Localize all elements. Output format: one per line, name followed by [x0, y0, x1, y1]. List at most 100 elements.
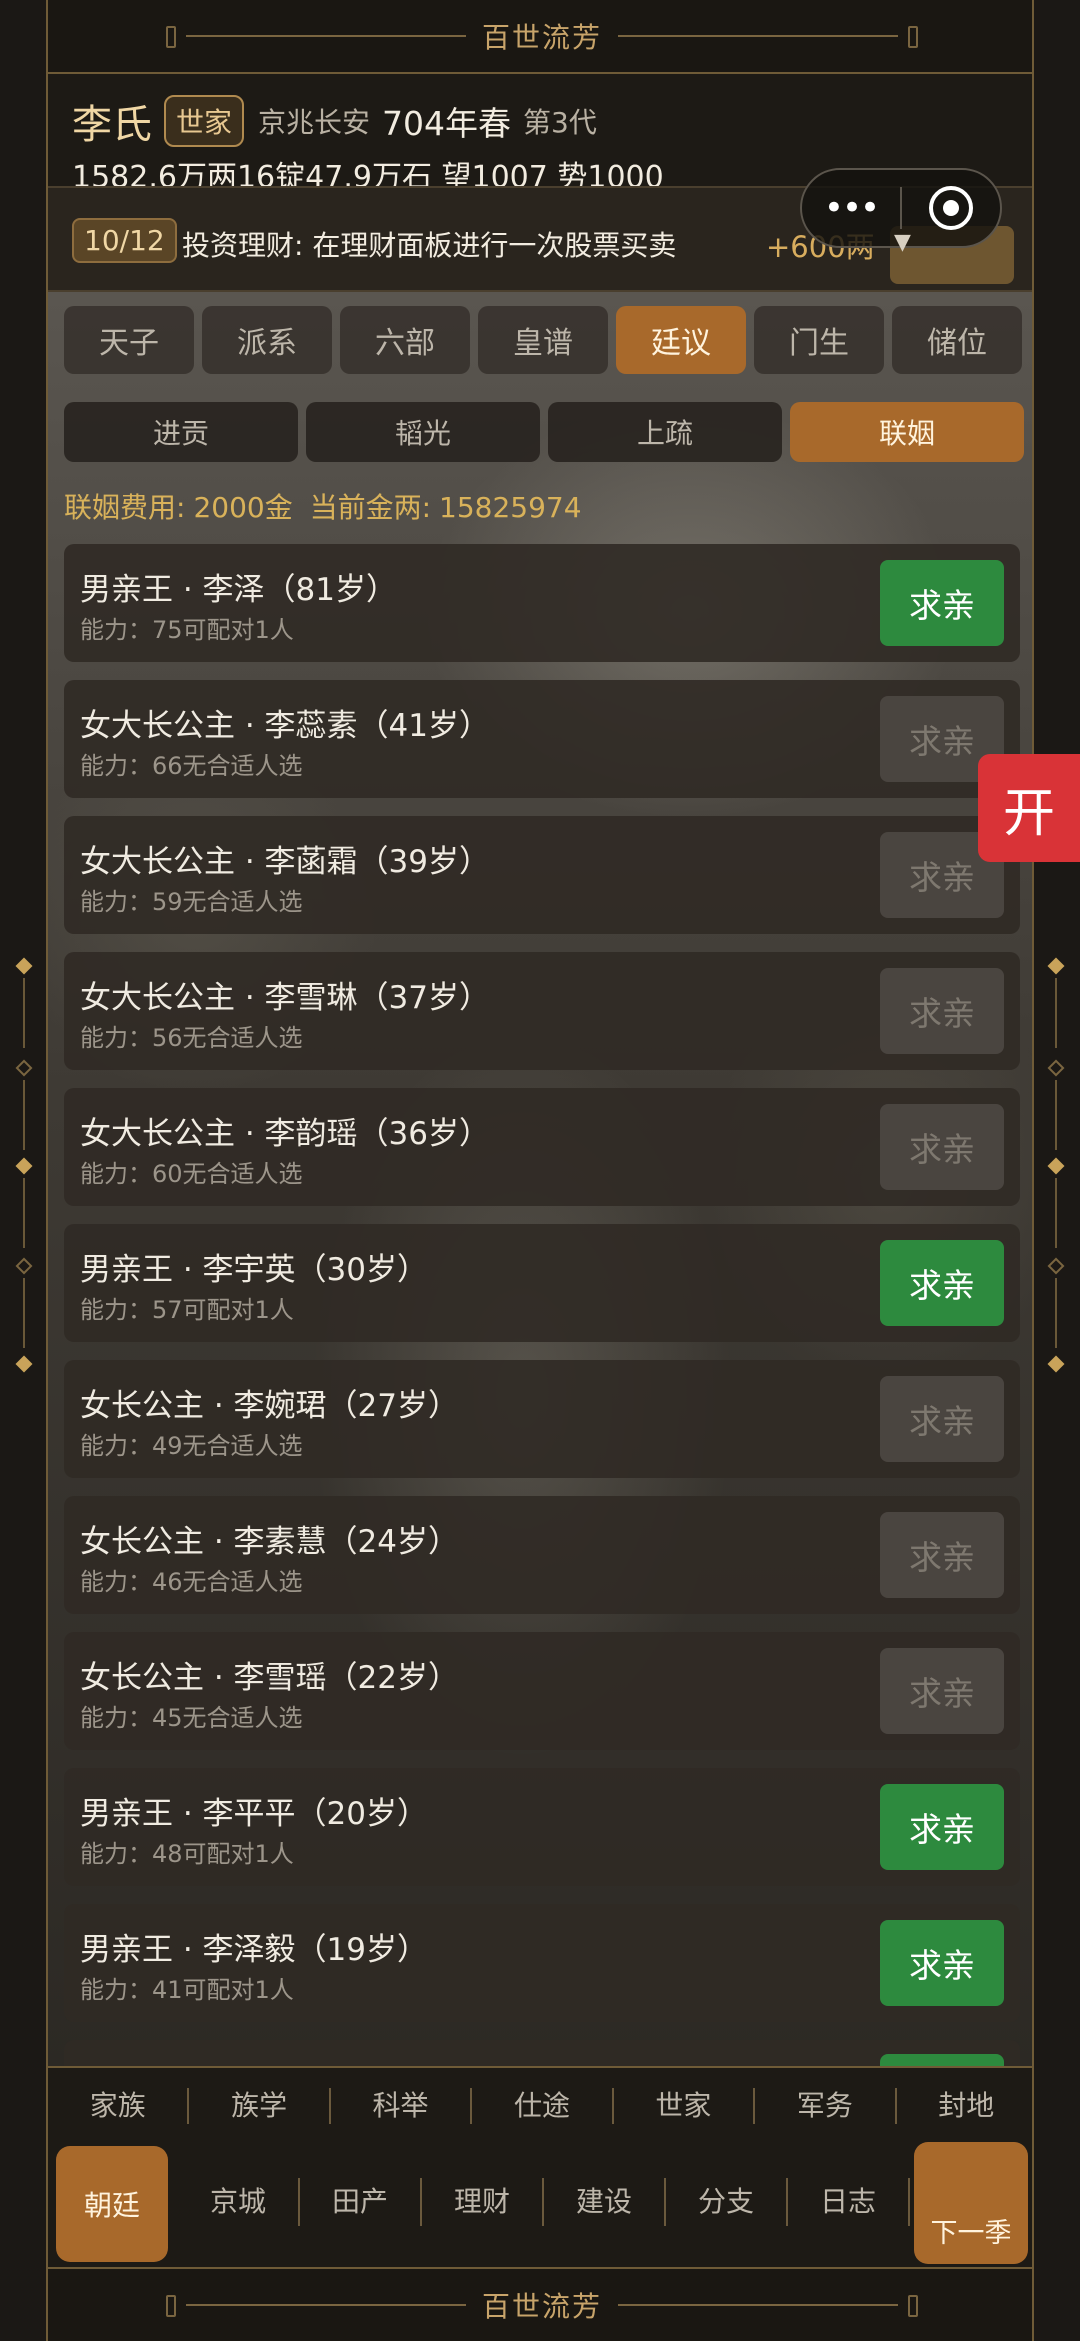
nav-item[interactable]: 分支: [666, 2178, 788, 2226]
candidate-card: 女长公主 · 李素慧（24岁） 能力：46无合适人选 求亲: [64, 1496, 1020, 1614]
candidate-card: 男亲王 · 李平平（20岁） 能力：48可配对1人 求亲: [64, 1768, 1020, 1886]
task-text: 投资理财: 在理财面板进行一次股票买卖: [182, 229, 677, 262]
candidate-card: 女大长公主 · 李蕊素（41岁） 能力：66无合适人选 求亲: [64, 680, 1020, 798]
bottom-banner: 百世流芳: [48, 2267, 1032, 2341]
tab-primary[interactable]: 廷议: [616, 306, 746, 374]
fee-value: 2000金: [193, 491, 293, 524]
marriage-fee-line: 联姻费用: 2000金 当前金两: 15825974: [64, 486, 590, 526]
gold-label: 当前金两:: [309, 491, 432, 524]
floating-open-button[interactable]: 开: [978, 754, 1080, 862]
candidate-ability: 能力：59无合适人选: [80, 888, 303, 916]
clan-name: 李氏: [72, 102, 152, 148]
nav-item[interactable]: 日志: [788, 2178, 910, 2226]
nav-item[interactable]: 仕途: [472, 2088, 614, 2124]
candidate-name: 女长公主 · 李雪瑶（22岁）: [80, 1660, 460, 1696]
propose-button[interactable]: 求亲: [880, 1920, 1004, 2006]
nav-item[interactable]: 科举: [331, 2088, 473, 2124]
bottom-navigation: 家族 族学 科举 仕途 世家 军务 封地 朝廷 下一季 京城 田产 理财 建设 分支 日志: [48, 2066, 1032, 2267]
nav-item[interactable]: 田产: [300, 2178, 422, 2226]
clan-rank-badge: 世家: [164, 95, 245, 147]
primary-tabs: 天子 派系 六部 皇谱 廷议 门生 储位: [64, 306, 1022, 374]
candidate-card: 女大长公主 · 李菡霜（39岁） 能力：59无合适人选 求亲: [64, 816, 1020, 934]
nav-item[interactable]: 家族: [48, 2088, 190, 2124]
nav-item[interactable]: 族学: [189, 2088, 331, 2124]
candidate-name: 男亲王 · 李宇英（30岁）: [80, 1252, 429, 1288]
triangle-down-icon: ▼: [894, 230, 911, 255]
nav-row-2: 朝廷 下一季 京城 田产 理财 建设 分支 日志: [48, 2142, 1032, 2264]
candidate-list: 男亲王 · 李泽（81岁） 能力：75可配对1人 求亲 女大长公主 · 李蕊素（41岁…: [64, 544, 1020, 2094]
candidate-ability: 能力：48可配对1人: [80, 1840, 294, 1868]
candidate-ability: 能力：45无合适人选: [80, 1704, 303, 1732]
propose-button[interactable]: 求亲: [880, 560, 1004, 646]
candidate-ability: 能力：56无合适人选: [80, 1024, 303, 1052]
candidate-card: 男亲王 · 李泽（81岁） 能力：75可配对1人 求亲: [64, 544, 1020, 662]
nav-item[interactable]: 建设: [544, 2178, 666, 2226]
candidate-name: 女大长公主 · 李雪琳（37岁）: [80, 980, 491, 1016]
task-progress: 10/12: [72, 218, 177, 263]
side-ornament-right: [1046, 957, 1066, 1380]
app-frame: 百世流芳 李氏 世家 京兆长安 704年春 第3代 1582.6万两16锭47.…: [46, 0, 1034, 2341]
candidate-name: 男亲王 · 李平平（20岁）: [80, 1796, 429, 1832]
candidate-name: 男亲王 · 李泽（81岁）: [80, 572, 398, 608]
secondary-tabs: 进贡 韬光 上疏 联姻: [64, 402, 1024, 462]
tab-primary[interactable]: 天子: [64, 306, 194, 374]
nav-item[interactable]: 封地: [897, 2088, 1032, 2124]
candidate-name: 女大长公主 · 李韵瑶（36岁）: [80, 1116, 491, 1152]
current-year: 704年春: [382, 104, 512, 143]
candidate-card: 女长公主 · 李婉珺（27岁） 能力：49无合适人选 求亲: [64, 1360, 1020, 1478]
banner-ornament-right: [618, 26, 918, 48]
propose-button: 求亲: [880, 1512, 1004, 1598]
more-dots-icon[interactable]: •••: [802, 188, 900, 228]
candidate-ability: 能力：41可配对1人: [80, 1976, 294, 2004]
tab-primary[interactable]: 皇谱: [478, 306, 608, 374]
candidate-card: 女大长公主 · 李雪琳（37岁） 能力：56无合适人选 求亲: [64, 952, 1020, 1070]
candidate-card: 男亲王 · 李泽毅（19岁） 能力：41可配对1人 求亲: [64, 1904, 1020, 2022]
propose-button: 求亲: [880, 1648, 1004, 1734]
propose-button[interactable]: 求亲: [880, 1784, 1004, 1870]
candidate-name: 女大长公主 · 李蕊素（41岁）: [80, 708, 491, 744]
propose-button: 求亲: [880, 1104, 1004, 1190]
candidate-ability: 能力：75可配对1人: [80, 616, 294, 644]
candidate-card: 女长公主 · 李雪瑶（22岁） 能力：45无合适人选 求亲: [64, 1632, 1020, 1750]
candidate-ability: 能力：46无合适人选: [80, 1568, 303, 1596]
candidate-name: 女长公主 · 李婉珺（27岁）: [80, 1388, 460, 1424]
candidate-name: 男亲王 · 李泽毅（19岁）: [80, 1932, 429, 1968]
next-season-button[interactable]: 下一季: [914, 2142, 1028, 2264]
nav-item[interactable]: 世家: [614, 2088, 756, 2124]
candidate-card: 男亲王 · 李宇英（30岁） 能力：57可配对1人 求亲: [64, 1224, 1020, 1342]
nav-row-1: 家族 族学 科举 仕途 世家 军务 封地: [48, 2088, 1032, 2124]
propose-button[interactable]: 求亲: [880, 1240, 1004, 1326]
candidate-name: 女长公主 · 李素慧（24岁）: [80, 1524, 460, 1560]
tab-primary[interactable]: 派系: [202, 306, 332, 374]
candidate-card: 女大长公主 · 李韵瑶（36岁） 能力：60无合适人选 求亲: [64, 1088, 1020, 1206]
nav-item[interactable]: 军务: [755, 2088, 897, 2124]
tab-secondary[interactable]: 联姻: [790, 402, 1024, 462]
nav-item[interactable]: 京城: [178, 2178, 300, 2226]
tab-secondary[interactable]: 上疏: [548, 402, 782, 462]
banner-ornament-left: [165, 2295, 466, 2317]
propose-button: 求亲: [880, 968, 1004, 1054]
fee-label: 联姻费用:: [64, 491, 186, 524]
gold-value: 15825974: [439, 491, 582, 524]
candidate-name: 女大长公主 · 李菡霜（39岁）: [80, 844, 491, 880]
tab-primary[interactable]: 储位: [892, 306, 1022, 374]
banner-ornament-right: [618, 2295, 918, 2317]
nav-item[interactable]: 理财: [422, 2178, 544, 2226]
tab-primary[interactable]: 门生: [754, 306, 884, 374]
nav-court-button[interactable]: 朝廷: [56, 2146, 168, 2262]
banner-ornament-left: [165, 26, 466, 48]
clan-location: 京兆长安: [258, 106, 371, 139]
candidate-ability: 能力：66无合适人选: [80, 752, 303, 780]
side-ornament-left: [14, 957, 34, 1380]
banner-title: 百世流芳: [481, 21, 602, 54]
candidate-ability: 能力：57可配对1人: [80, 1296, 294, 1324]
generation: 第3代: [523, 106, 597, 139]
tab-secondary[interactable]: 进贡: [64, 402, 298, 462]
tab-secondary[interactable]: 韬光: [306, 402, 540, 462]
propose-button: 求亲: [880, 1376, 1004, 1462]
tab-primary[interactable]: 六部: [340, 306, 470, 374]
candidate-ability: 能力：49无合适人选: [80, 1432, 303, 1460]
target-icon[interactable]: [902, 186, 1000, 230]
top-banner: 百世流芳: [48, 0, 1032, 74]
banner-title: 百世流芳: [481, 2290, 602, 2323]
